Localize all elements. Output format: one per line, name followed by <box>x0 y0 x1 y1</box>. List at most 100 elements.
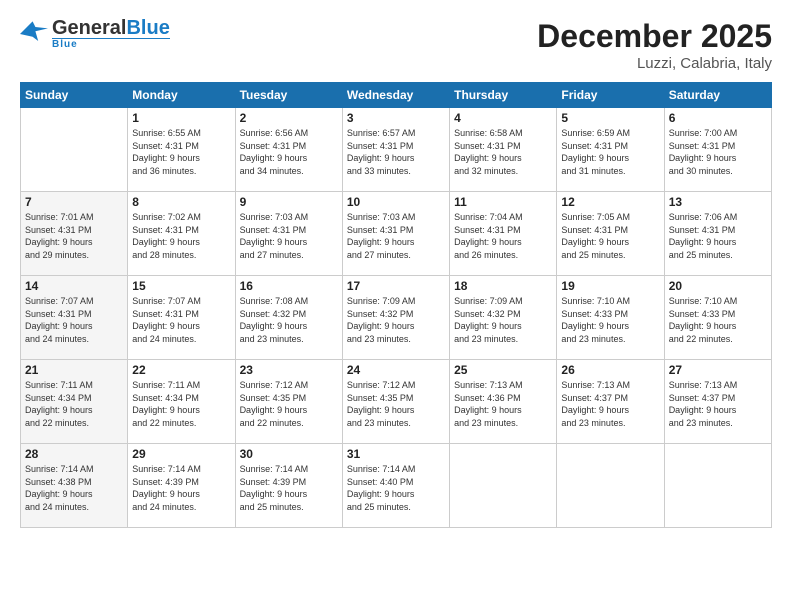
table-row: 15 Sunrise: 7:07 AM Sunset: 4:31 PM Dayli… <box>128 276 235 360</box>
day-info: Sunrise: 7:11 AM Sunset: 4:34 PM Dayligh… <box>25 379 123 429</box>
day-number: 19 <box>561 279 659 293</box>
table-row: 7Sunrise: 7:01 AM Sunset: 4:31 PM Daylig… <box>21 192 128 276</box>
day-number: 11 <box>454 195 552 209</box>
table-row: 16Sunrise: 7:08 AM Sunset: 4:32 PM Dayli… <box>235 276 342 360</box>
day-info: Sunrise: 7:14 AM Sunset: 4:39 PM Dayligh… <box>240 463 338 513</box>
day-info: Sunrise: 7:10 AM Sunset: 4:33 PM Dayligh… <box>561 295 659 345</box>
day-info: Sunrise: 7:13 AM Sunset: 4:37 PM Dayligh… <box>561 379 659 429</box>
day-info: Sunrise: 7:09 AM Sunset: 4:32 PM Dayligh… <box>454 295 552 345</box>
day-info: Sunrise: 7:11 AM Sunset: 4:34 PM Dayligh… <box>132 379 230 429</box>
day-number: 3 <box>347 111 445 125</box>
table-row: 24Sunrise: 7:12 AM Sunset: 4:35 PM Dayli… <box>342 360 449 444</box>
day-info: Sunrise: 7:14 AM Sunset: 4:40 PM Dayligh… <box>347 463 445 513</box>
table-row: 11 Sunrise: 7:04 AM Sunset: 4:31 PM Dayli… <box>450 192 557 276</box>
table-row: 29 Sunrise: 7:14 AM Sunset: 4:39 PM Dayli… <box>128 444 235 528</box>
day-number: 7 <box>25 195 123 209</box>
table-row: 10 Sunrise: 7:03 AM Sunset: 4:31 PM Dayli… <box>342 192 449 276</box>
day-info: Sunrise: 7:02 AM Sunset: 4:31 PM Dayligh… <box>132 211 230 261</box>
table-row: 31 Sunrise: 7:14 AM Sunset: 4:40 PM Dayli… <box>342 444 449 528</box>
day-info: Sunrise: 7:04 AM Sunset: 4:31 PM Dayligh… <box>454 211 552 261</box>
table-row: 13 Sunrise: 7:06 AM Sunset: 4:31 PM Dayli… <box>664 192 771 276</box>
col-wednesday: Wednesday <box>342 83 449 108</box>
table-row: 26 Sunrise: 7:13 AM Sunset: 4:37 PM Dayli… <box>557 360 664 444</box>
day-number: 28 <box>25 447 123 461</box>
day-number: 5 <box>561 111 659 125</box>
col-saturday: Saturday <box>664 83 771 108</box>
table-row <box>450 444 557 528</box>
col-thursday: Thursday <box>450 83 557 108</box>
table-row: 12 Sunrise: 7:05 AM Sunset: 4:31 PM Dayli… <box>557 192 664 276</box>
day-number: 9 <box>240 195 338 209</box>
day-info: Sunrise: 7:12 AM Sunset: 4:35 PM Dayligh… <box>347 379 445 429</box>
table-row: 5 Sunrise: 6:59 AM Sunset: 4:31 PM Daylig… <box>557 108 664 192</box>
day-number: 15 <box>132 279 230 293</box>
table-row: 14Sunrise: 7:07 AM Sunset: 4:31 PM Dayli… <box>21 276 128 360</box>
day-info: Sunrise: 6:59 AM Sunset: 4:31 PM Dayligh… <box>561 127 659 177</box>
bird-icon <box>20 20 48 48</box>
table-row: 8Sunrise: 7:02 AM Sunset: 4:31 PM Daylig… <box>128 192 235 276</box>
day-number: 21 <box>25 363 123 377</box>
calendar-week-2: 7Sunrise: 7:01 AM Sunset: 4:31 PM Daylig… <box>21 192 772 276</box>
day-info: Sunrise: 7:05 AM Sunset: 4:31 PM Dayligh… <box>561 211 659 261</box>
table-row <box>557 444 664 528</box>
title-area: December 2025 Luzzi, Calabria, Italy <box>537 18 772 72</box>
day-number: 18 <box>454 279 552 293</box>
day-number: 13 <box>669 195 767 209</box>
day-info: Sunrise: 7:13 AM Sunset: 4:36 PM Dayligh… <box>454 379 552 429</box>
calendar-header-row: Sunday Monday Tuesday Wednesday Thursday… <box>21 83 772 108</box>
day-number: 26 <box>561 363 659 377</box>
logo-subtext: Blue <box>52 38 170 50</box>
day-number: 27 <box>669 363 767 377</box>
day-info: Sunrise: 7:09 AM Sunset: 4:32 PM Dayligh… <box>347 295 445 345</box>
day-info: Sunrise: 6:55 AM Sunset: 4:31 PM Dayligh… <box>132 127 230 177</box>
table-row: 1 Sunrise: 6:55 AM Sunset: 4:31 PM Daylig… <box>128 108 235 192</box>
day-number: 16 <box>240 279 338 293</box>
day-info: Sunrise: 7:13 AM Sunset: 4:37 PM Dayligh… <box>669 379 767 429</box>
table-row: 3 Sunrise: 6:57 AM Sunset: 4:31 PM Daylig… <box>342 108 449 192</box>
day-number: 29 <box>132 447 230 461</box>
table-row: 20Sunrise: 7:10 AM Sunset: 4:33 PM Dayli… <box>664 276 771 360</box>
col-sunday: Sunday <box>21 83 128 108</box>
day-info: Sunrise: 7:03 AM Sunset: 4:31 PM Dayligh… <box>240 211 338 261</box>
day-info: Sunrise: 7:07 AM Sunset: 4:31 PM Dayligh… <box>132 295 230 345</box>
table-row: 30 Sunrise: 7:14 AM Sunset: 4:39 PM Dayli… <box>235 444 342 528</box>
table-row: 19 Sunrise: 7:10 AM Sunset: 4:33 PM Dayli… <box>557 276 664 360</box>
logo-blue: Blue <box>126 17 169 39</box>
col-tuesday: Tuesday <box>235 83 342 108</box>
day-number: 31 <box>347 447 445 461</box>
day-number: 1 <box>132 111 230 125</box>
day-info: Sunrise: 7:12 AM Sunset: 4:35 PM Dayligh… <box>240 379 338 429</box>
day-number: 25 <box>454 363 552 377</box>
table-row: 21 Sunrise: 7:11 AM Sunset: 4:34 PM Dayli… <box>21 360 128 444</box>
day-number: 10 <box>347 195 445 209</box>
day-number: 2 <box>240 111 338 125</box>
day-info: Sunrise: 7:06 AM Sunset: 4:31 PM Dayligh… <box>669 211 767 261</box>
calendar-week-3: 14 Sunrise: 7:07 AM Sunset: 4:31 PM Dayli… <box>21 276 772 360</box>
day-info: Sunrise: 6:57 AM Sunset: 4:31 PM Dayligh… <box>347 127 445 177</box>
day-number: 17 <box>347 279 445 293</box>
table-row: 28 Sunrise: 7:14 AM Sunset: 4:38 PM Dayli… <box>21 444 128 528</box>
page: GeneralBlue Blue December 2025 Luzzi, Ca… <box>0 0 792 612</box>
day-info: Sunrise: 7:10 AM Sunset: 4:33 PM Dayligh… <box>669 295 767 345</box>
calendar-table: Sunday Monday Tuesday Wednesday Thursday… <box>20 82 772 528</box>
day-info: Sunrise: 7:14 AM Sunset: 4:38 PM Dayligh… <box>25 463 123 513</box>
month-title: December 2025 <box>537 18 772 55</box>
logo-text-block: GeneralBlue Blue <box>52 18 170 50</box>
calendar-wrapper: Sunday Monday Tuesday Wednesday Thursday… <box>20 82 772 598</box>
location: Luzzi, Calabria, Italy <box>537 55 772 72</box>
day-info: Sunrise: 7:14 AM Sunset: 4:39 PM Dayligh… <box>132 463 230 513</box>
day-number: 23 <box>240 363 338 377</box>
table-row: 9 Sunrise: 7:03 AM Sunset: 4:31 PM Daylig… <box>235 192 342 276</box>
calendar-week-1: 1 Sunrise: 6:55 AM Sunset: 4:31 PM Daylig… <box>21 108 772 192</box>
table-row: 2Sunrise: 6:56 AM Sunset: 4:31 PM Daylig… <box>235 108 342 192</box>
day-number: 12 <box>561 195 659 209</box>
day-number: 30 <box>240 447 338 461</box>
day-info: Sunrise: 7:03 AM Sunset: 4:31 PM Dayligh… <box>347 211 445 261</box>
table-row: 23 Sunrise: 7:12 AM Sunset: 4:35 PM Dayli… <box>235 360 342 444</box>
calendar-week-5: 28 Sunrise: 7:14 AM Sunset: 4:38 PM Dayli… <box>21 444 772 528</box>
day-number: 4 <box>454 111 552 125</box>
logo-name: GeneralBlue <box>52 18 170 38</box>
calendar-week-4: 21 Sunrise: 7:11 AM Sunset: 4:34 PM Dayli… <box>21 360 772 444</box>
day-info: Sunrise: 7:00 AM Sunset: 4:31 PM Dayligh… <box>669 127 767 177</box>
day-number: 14 <box>25 279 123 293</box>
